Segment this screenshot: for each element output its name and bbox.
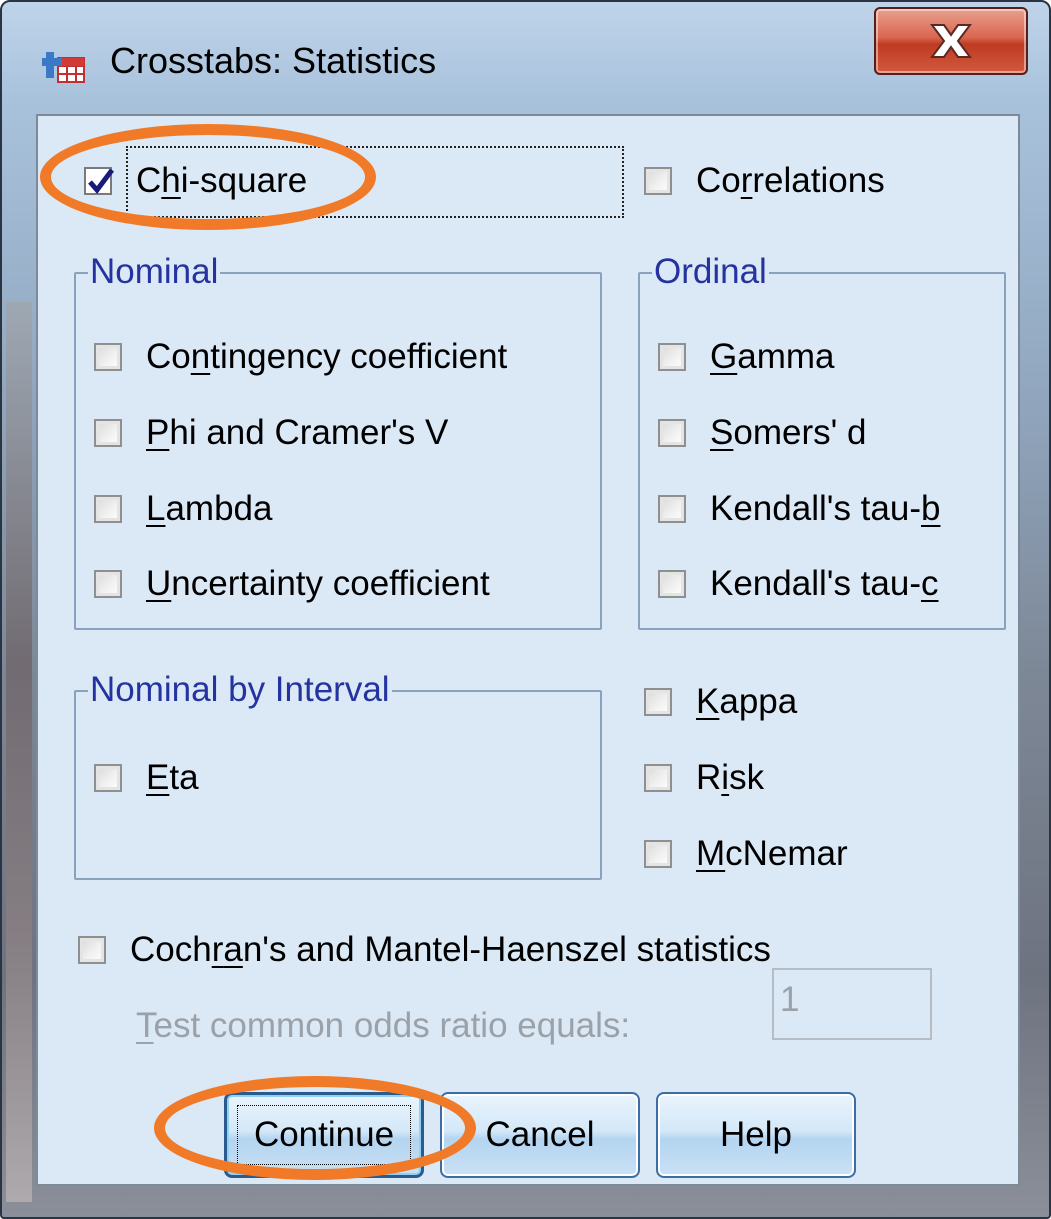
- contingency-coefficient-checkbox[interactable]: Contingency coefficient: [94, 337, 507, 377]
- close-icon: [930, 24, 972, 58]
- risk-label: Risk: [696, 758, 765, 797]
- checkbox-box[interactable]: [658, 570, 686, 598]
- window-title: Crosstabs: Statistics: [110, 40, 437, 81]
- help-button[interactable]: Help: [656, 1092, 856, 1178]
- nominal-by-interval-group-title: Nominal by Interval: [88, 670, 392, 710]
- checkbox-box[interactable]: [78, 936, 106, 964]
- dialog-window: Crosstabs: Statistics Chi-square Correla…: [0, 0, 1051, 1219]
- kendalls-tau-c-label: Kendall's tau-c: [710, 564, 939, 603]
- checkbox-box[interactable]: [94, 764, 122, 792]
- checkbox-box[interactable]: [644, 764, 672, 792]
- chi-square-highlight-ellipse: [40, 124, 376, 230]
- checkbox-box[interactable]: [658, 343, 686, 371]
- kappa-checkbox[interactable]: Kappa: [644, 682, 797, 722]
- nominal-group-title: Nominal: [88, 252, 221, 292]
- odds-ratio-label: Test common odds ratio equals:: [136, 1006, 631, 1045]
- checkbox-box[interactable]: [644, 688, 672, 716]
- somers-d-checkbox[interactable]: Somers' d: [658, 413, 866, 453]
- phi-cramers-v-checkbox[interactable]: Phi and Cramer's V: [94, 413, 448, 453]
- checkbox-box[interactable]: [94, 570, 122, 598]
- kendalls-tau-b-label: Kendall's tau-b: [710, 489, 941, 528]
- checkbox-box[interactable]: [94, 495, 122, 523]
- checkbox-box[interactable]: [658, 419, 686, 447]
- kappa-label: Kappa: [696, 682, 798, 721]
- help-button-label: Help: [720, 1115, 792, 1154]
- correlations-checkbox[interactable]: Correlations: [644, 161, 885, 201]
- kendalls-tau-b-checkbox[interactable]: Kendall's tau-b: [658, 489, 940, 529]
- correlations-label: Correlations: [696, 161, 885, 200]
- cochran-mantel-haenszel-label: Cochran's and Mantel-Haenszel statistics: [130, 930, 771, 969]
- somers-d-label: Somers' d: [710, 413, 867, 452]
- mcnemar-label: McNemar: [696, 834, 848, 873]
- checkbox-box[interactable]: [94, 419, 122, 447]
- gamma-label: Gamma: [710, 337, 835, 376]
- cochran-mantel-haenszel-checkbox[interactable]: Cochran's and Mantel-Haenszel statistics: [78, 930, 771, 970]
- eta-label: Eta: [146, 758, 199, 797]
- dialog-body: Chi-square Correlations Nominal Continge…: [36, 114, 1020, 1186]
- lambda-checkbox[interactable]: Lambda: [94, 489, 273, 529]
- gamma-checkbox[interactable]: Gamma: [658, 337, 834, 377]
- eta-checkbox[interactable]: Eta: [94, 758, 199, 798]
- checkbox-box[interactable]: [658, 495, 686, 523]
- risk-checkbox[interactable]: Risk: [644, 758, 764, 798]
- mcnemar-checkbox[interactable]: McNemar: [644, 834, 848, 874]
- uncertainty-coefficient-label: Uncertainty coefficient: [146, 564, 490, 603]
- uncertainty-coefficient-checkbox[interactable]: Uncertainty coefficient: [94, 564, 490, 604]
- close-button[interactable]: [874, 7, 1028, 75]
- phi-cramers-v-label: Phi and Cramer's V: [146, 413, 449, 452]
- checkbox-box[interactable]: [644, 167, 672, 195]
- cancel-button-label: Cancel: [485, 1115, 595, 1154]
- window-frame-decoration: [6, 302, 32, 1202]
- checkbox-box[interactable]: [644, 840, 672, 868]
- continue-highlight-ellipse: [154, 1076, 476, 1180]
- odds-ratio-input[interactable]: 1: [772, 968, 932, 1040]
- kendalls-tau-c-checkbox[interactable]: Kendall's tau-c: [658, 564, 938, 604]
- lambda-label: Lambda: [146, 489, 273, 528]
- spss-crosstabs-icon: [42, 42, 86, 86]
- checkbox-box[interactable]: [94, 343, 122, 371]
- contingency-coefficient-label: Contingency coefficient: [146, 337, 508, 376]
- ordinal-group-title: Ordinal: [652, 252, 769, 292]
